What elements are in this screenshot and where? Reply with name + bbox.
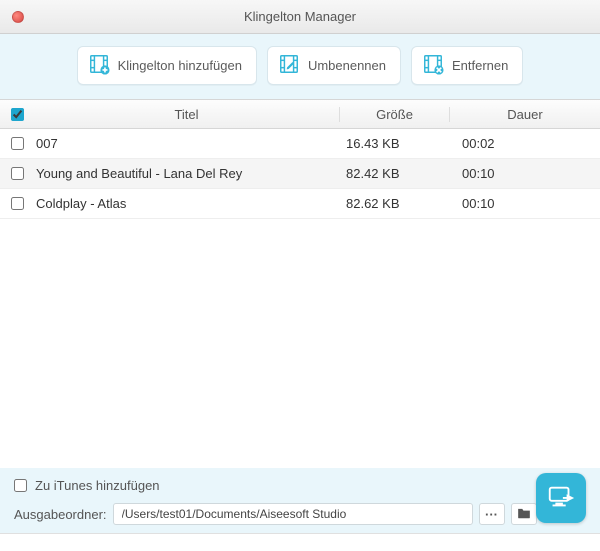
transfer-to-device-icon <box>546 482 576 515</box>
table-body: 00716.43 KB00:02Young and Beautiful - La… <box>0 129 600 468</box>
footer: Zu iTunes hinzufügen Ausgabeordner: ··· <box>0 468 600 533</box>
row-size: 16.43 KB <box>340 136 450 151</box>
table-row[interactable]: 00716.43 KB00:02 <box>0 129 600 159</box>
film-edit-icon <box>278 53 300 78</box>
rename-button[interactable]: Umbenennen <box>267 46 401 85</box>
output-folder-label: Ausgabeordner: <box>14 507 107 522</box>
window-title: Klingelton Manager <box>0 9 600 24</box>
film-remove-icon <box>422 53 444 78</box>
row-duration: 00:10 <box>450 196 600 211</box>
bottom-strip <box>0 533 600 551</box>
add-ringtone-button[interactable]: Klingelton hinzufügen <box>77 46 257 85</box>
table-row[interactable]: Coldplay - Atlas82.62 KB00:10 <box>0 189 600 219</box>
toolbar: Klingelton hinzufügen Umbenennen Entfern… <box>0 34 600 99</box>
header-duration[interactable]: Dauer <box>450 107 600 122</box>
row-title: 007 <box>34 136 340 151</box>
header-title[interactable]: Titel <box>34 107 340 122</box>
output-folder-row: Ausgabeordner: ··· <box>14 503 586 525</box>
table-row[interactable]: Young and Beautiful - Lana Del Rey82.42 … <box>0 159 600 189</box>
row-size: 82.42 KB <box>340 166 450 181</box>
transfer-button[interactable] <box>536 473 586 523</box>
header-size[interactable]: Größe <box>340 107 450 122</box>
title-bar: Klingelton Manager <box>0 0 600 34</box>
add-to-itunes-checkbox[interactable] <box>14 479 27 492</box>
row-checkbox[interactable] <box>11 137 24 150</box>
output-path-input[interactable] <box>113 503 473 525</box>
remove-label: Entfernen <box>452 58 508 73</box>
row-checkbox-cell <box>0 167 34 180</box>
add-to-itunes-row: Zu iTunes hinzufügen <box>14 478 586 493</box>
select-all-checkbox[interactable] <box>11 108 24 121</box>
table-header: Titel Größe Dauer <box>0 99 600 129</box>
row-title: Coldplay - Atlas <box>34 196 340 211</box>
add-to-itunes-label: Zu iTunes hinzufügen <box>35 478 160 493</box>
row-title: Young and Beautiful - Lana Del Rey <box>34 166 340 181</box>
row-duration: 00:02 <box>450 136 600 151</box>
row-checkbox-cell <box>0 137 34 150</box>
ellipsis-icon: ··· <box>485 507 498 522</box>
row-duration: 00:10 <box>450 166 600 181</box>
open-folder-button[interactable] <box>511 503 537 525</box>
row-checkbox[interactable] <box>11 197 24 210</box>
rename-label: Umbenennen <box>308 58 386 73</box>
folder-icon <box>517 507 531 522</box>
row-checkbox-cell <box>0 197 34 210</box>
remove-button[interactable]: Entfernen <box>411 46 523 85</box>
film-plus-icon <box>88 53 110 78</box>
row-checkbox[interactable] <box>11 167 24 180</box>
row-size: 82.62 KB <box>340 196 450 211</box>
browse-path-button[interactable]: ··· <box>479 503 505 525</box>
klingelton-manager-window: Klingelton Manager Klingelton hinzufügen… <box>0 0 600 551</box>
header-checkbox-cell <box>0 108 34 121</box>
add-ringtone-label: Klingelton hinzufügen <box>118 58 242 73</box>
